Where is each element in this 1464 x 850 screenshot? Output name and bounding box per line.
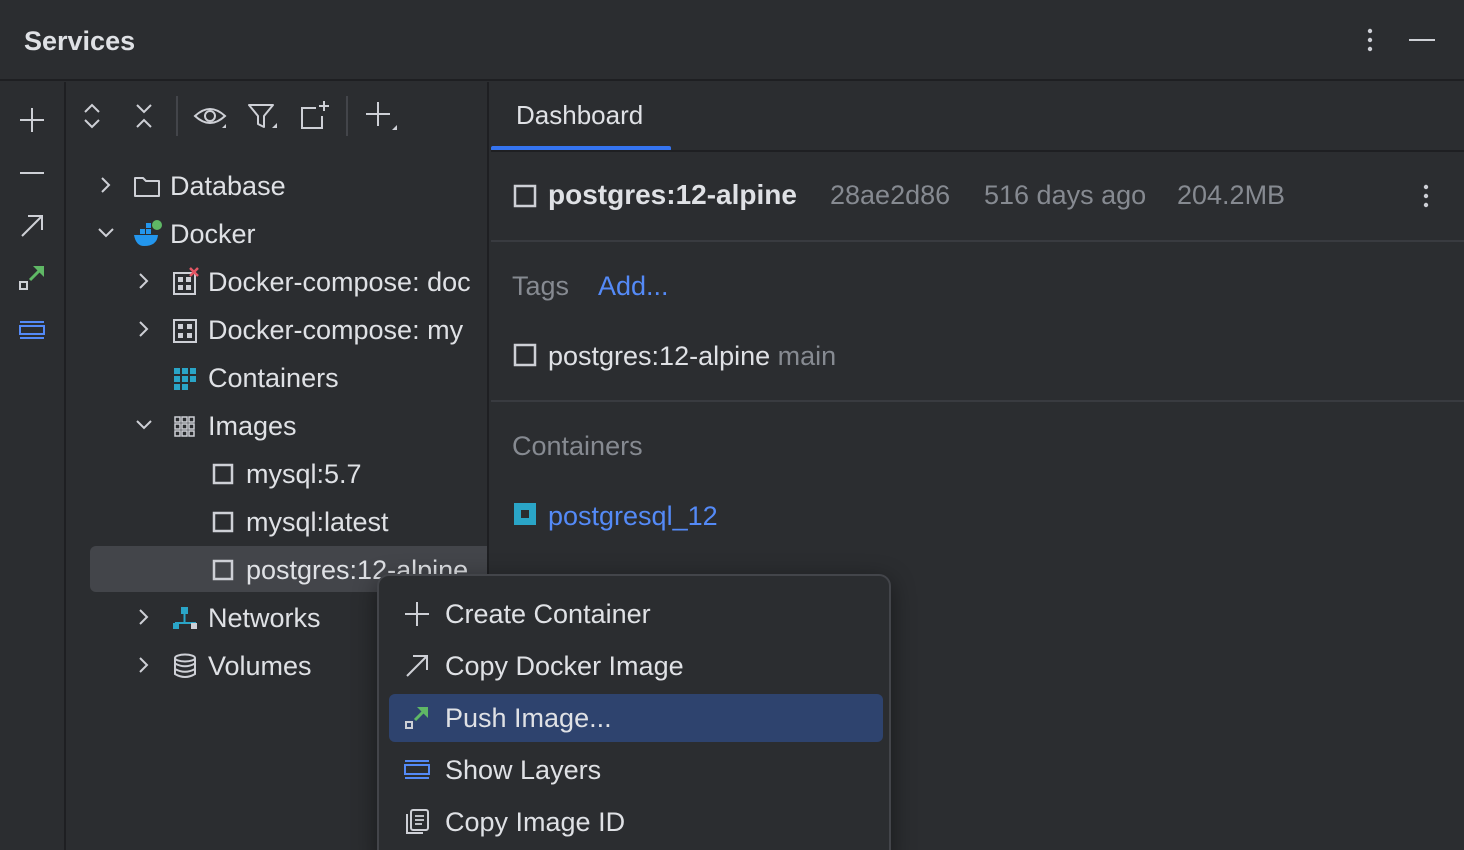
tab-dashboard[interactable]: Dashboard [491, 82, 671, 152]
tree-item-label: Docker [170, 219, 256, 249]
tree-item-image[interactable]: mysql:latest [66, 498, 487, 544]
push-image-icon [405, 707, 428, 729]
copy-id-icon [406, 809, 429, 834]
container-link[interactable]: postgresql_12 [548, 501, 718, 532]
tree-item-image[interactable]: mysql:5.7 [66, 450, 487, 496]
tree-item-label: Docker-compose: my [208, 315, 464, 345]
menu-item-create-container[interactable]: Create Container [389, 590, 883, 638]
chevron-right-icon[interactable] [94, 173, 118, 197]
image-summary: postgres:12-alpine 28ae2d86 516 days ago… [491, 152, 1464, 242]
image-age: 516 days ago [984, 180, 1147, 210]
menu-item-label: Create Container [445, 599, 651, 629]
tree-item-label: Networks [208, 603, 321, 633]
tree-item-label: Containers [208, 363, 339, 393]
tree-item-docker-compose-1[interactable]: Docker-compose: doc [66, 258, 487, 304]
new-group-icon[interactable] [296, 98, 332, 134]
containers-icon [174, 368, 196, 390]
layers-icon [404, 760, 430, 779]
image-icon [212, 463, 234, 485]
menu-item-copy-docker-image[interactable]: Copy Docker Image [389, 642, 883, 690]
volumes-icon [174, 653, 196, 678]
add-icon[interactable] [14, 102, 50, 138]
tree-item-label: mysql:5.7 [246, 459, 362, 489]
compose-icon [173, 319, 197, 343]
tree-item-containers[interactable]: Containers [66, 354, 487, 400]
compose-error-icon [173, 267, 199, 295]
toolbar-separator [176, 96, 178, 136]
image-icon [513, 184, 537, 208]
image-name: postgres:12-alpine [548, 179, 797, 210]
plus-icon [405, 602, 429, 626]
tree-item-label: Images [208, 411, 297, 441]
view-options-icon[interactable] [192, 98, 228, 134]
folder-icon [134, 177, 160, 197]
image-id: 28ae2d86 [830, 180, 951, 210]
image-icon [212, 559, 234, 581]
collapse-all-icon[interactable] [126, 98, 162, 134]
toolbar-separator [346, 96, 348, 136]
layers-icon[interactable] [14, 312, 50, 348]
image-icon [212, 511, 234, 533]
more-options-icon[interactable] [1356, 24, 1384, 56]
tags-label: Tags [512, 271, 570, 301]
left-action-strip [0, 82, 66, 850]
tree-item-label: Docker-compose: doc [208, 267, 471, 297]
add-service-icon[interactable] [362, 98, 398, 134]
chevron-down-icon[interactable] [94, 221, 118, 245]
tag-image-icon [513, 343, 537, 367]
copy-arrow-icon[interactable] [14, 208, 50, 244]
images-grid-icon [174, 416, 195, 437]
docker-whale-icon [134, 220, 162, 246]
expand-all-icon[interactable] [74, 98, 110, 134]
filter-icon[interactable] [244, 98, 280, 134]
tree-item-docker[interactable]: Docker [66, 210, 487, 256]
push-image-icon[interactable] [14, 260, 50, 296]
menu-item-label: Copy Docker Image [445, 651, 684, 681]
containers-label: Containers [512, 431, 643, 461]
container-running-icon [514, 503, 536, 525]
more-options-icon[interactable] [1412, 180, 1440, 212]
remove-icon[interactable] [14, 155, 50, 191]
panel-title: Services [24, 26, 136, 56]
tree-item-database[interactable]: Database [66, 162, 487, 208]
chevron-right-icon[interactable] [132, 653, 156, 677]
menu-item-push-image[interactable]: Push Image... [389, 694, 883, 742]
tree-item-label: Volumes [208, 651, 312, 681]
image-size: 204.2MB [1177, 180, 1286, 210]
tag-branch: main [777, 341, 837, 371]
tag-name: postgres:12-alpine [548, 341, 771, 371]
menu-item-label: Show Layers [445, 755, 602, 785]
tree-item-images[interactable]: Images [66, 402, 487, 448]
add-tag-link[interactable]: Add... [598, 271, 669, 302]
tree-item-label: Database [170, 171, 286, 201]
image-context-menu: Create Container Copy Docker Image Push … [377, 574, 891, 850]
tree-item-docker-compose-2[interactable]: Docker-compose: my [66, 306, 487, 352]
copy-arrow-icon [406, 655, 428, 677]
tag-entry: postgres:12-alpine main [548, 341, 836, 372]
chevron-down-icon[interactable] [132, 413, 156, 437]
section-divider [491, 400, 1464, 402]
chevron-right-icon[interactable] [132, 269, 156, 293]
menu-item-label: Copy Image ID [445, 807, 626, 837]
menu-item-label: Push Image... [445, 703, 612, 733]
services-header: Services [0, 0, 1464, 81]
minimize-icon[interactable] [1406, 24, 1438, 56]
tab-label: Dashboard [516, 100, 644, 130]
chevron-right-icon[interactable] [132, 317, 156, 341]
menu-item-show-layers[interactable]: Show Layers [389, 746, 883, 794]
tree-toolbar [66, 82, 487, 150]
tree-item-label: mysql:latest [246, 507, 389, 537]
network-icon [173, 607, 197, 629]
menu-item-copy-image-id[interactable]: Copy Image ID [389, 798, 883, 846]
chevron-right-icon[interactable] [132, 605, 156, 629]
